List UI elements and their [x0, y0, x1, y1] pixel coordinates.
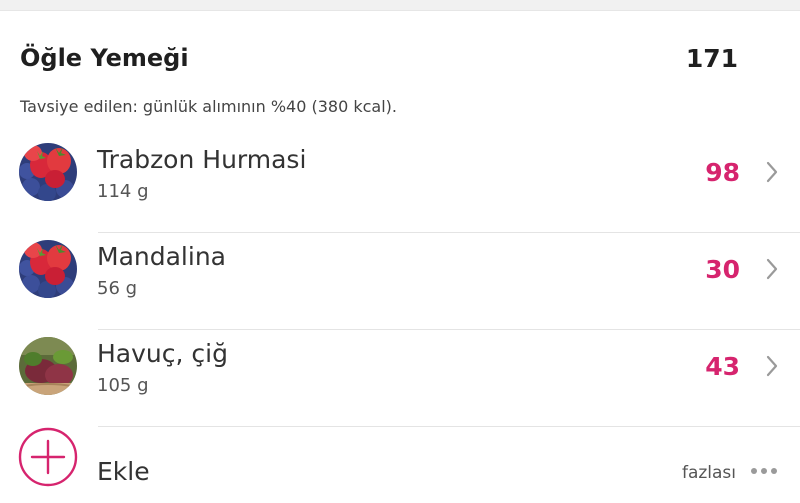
add-food-row: Ekle fazlası [0, 415, 800, 503]
add-food-button[interactable] [17, 426, 79, 488]
more-dots-icon[interactable] [750, 467, 778, 475]
add-food-label[interactable]: Ekle [97, 457, 150, 486]
chevron-right-icon [766, 355, 778, 377]
food-amount: 105 g [97, 375, 149, 396]
food-item-trabzon-hurmasi[interactable]: Trabzon Hurmasi 114 g 98 [0, 136, 800, 233]
food-item-havuc-cig[interactable]: Havuç, çiğ 105 g 43 [0, 330, 800, 427]
chevron-right-icon [766, 258, 778, 280]
food-amount: 56 g [97, 278, 138, 299]
chevron-right-icon [766, 161, 778, 183]
food-photo-berries [19, 240, 77, 298]
food-name: Trabzon Hurmasi [97, 145, 307, 174]
food-kcal: 43 [705, 352, 740, 381]
food-name: Havuç, çiğ [97, 339, 228, 368]
food-photo-vegetables [19, 337, 77, 395]
food-name: Mandalina [97, 242, 226, 271]
food-kcal: 98 [705, 158, 740, 187]
food-kcal: 30 [705, 255, 740, 284]
food-photo-berries [19, 143, 77, 201]
more-label[interactable]: fazlası [682, 463, 736, 483]
food-amount: 114 g [97, 181, 149, 202]
recommendation-text: Tavsiye edilen: günlük alımının %40 (380… [20, 97, 397, 116]
meal-title: Öğle Yemeği [20, 44, 189, 72]
top-bar [0, 0, 800, 11]
food-item-mandalina[interactable]: Mandalina 56 g 30 [0, 233, 800, 330]
meal-total-kcal: 171 [685, 44, 738, 73]
